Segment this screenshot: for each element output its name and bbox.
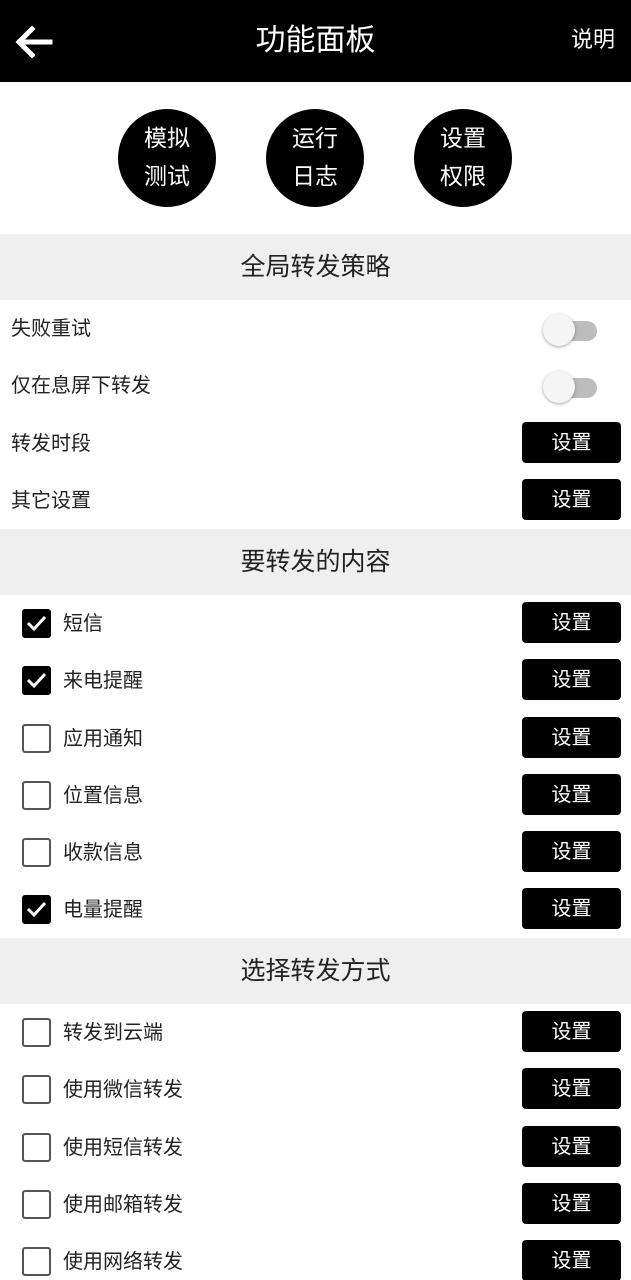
content-row-location: 位置信息 设置	[0, 767, 631, 824]
simulate-test-button[interactable]: 模拟 测试	[118, 109, 216, 207]
content-row-payment: 收款信息 设置	[0, 824, 631, 881]
top-bar: 功能面板 说明	[0, 0, 631, 82]
content-label: 来电提醒	[63, 668, 143, 692]
email-checkbox[interactable]	[22, 1190, 51, 1219]
method-row-email: 使用邮箱转发 设置	[0, 1176, 631, 1233]
call-checkbox[interactable]	[22, 666, 51, 695]
wechat-settings-button[interactable]: 设置	[522, 1068, 621, 1109]
email-settings-button[interactable]: 设置	[522, 1183, 621, 1224]
sms-method-settings-button[interactable]: 设置	[522, 1126, 621, 1167]
check-icon	[26, 615, 47, 632]
content-label: 电量提醒	[63, 897, 143, 921]
method-label: 使用邮箱转发	[63, 1192, 183, 1216]
setting-label: 失败重试	[11, 316, 91, 340]
circle-label-line1: 设置	[440, 126, 486, 152]
method-row-wechat: 使用微信转发 设置	[0, 1061, 631, 1118]
quick-actions: 模拟 测试 运行 日志 设置 权限	[0, 82, 631, 234]
section-header-global-policy: 全局转发策略	[0, 234, 631, 300]
location-checkbox[interactable]	[22, 781, 51, 810]
section-header-forward-content: 要转发的内容	[0, 529, 631, 595]
content-label: 应用通知	[63, 726, 143, 750]
payment-settings-button[interactable]: 设置	[522, 831, 621, 872]
page-title: 功能面板	[255, 23, 376, 58]
cloud-checkbox[interactable]	[22, 1018, 51, 1047]
other-settings-button[interactable]: 设置	[522, 479, 621, 520]
method-label: 使用微信转发	[63, 1077, 183, 1101]
section-header-forward-method: 选择转发方式	[0, 938, 631, 1004]
arrow-left-icon	[15, 25, 53, 59]
circle-label-line1: 模拟	[144, 126, 190, 152]
toggle-thumb	[543, 314, 575, 346]
location-settings-button[interactable]: 设置	[522, 774, 621, 815]
payment-checkbox[interactable]	[22, 838, 51, 867]
wechat-checkbox[interactable]	[22, 1075, 51, 1104]
setting-row-retry: 失败重试	[0, 300, 631, 357]
content-label: 短信	[63, 611, 103, 635]
content-label: 收款信息	[63, 840, 143, 864]
set-permissions-button[interactable]: 设置 权限	[414, 109, 512, 207]
sms-method-checkbox[interactable]	[22, 1133, 51, 1162]
method-label: 使用网络转发	[63, 1249, 183, 1273]
network-settings-button[interactable]: 设置	[522, 1240, 621, 1280]
app-notification-settings-button[interactable]: 设置	[522, 717, 621, 758]
check-icon	[26, 672, 47, 689]
circle-label-line2: 测试	[144, 164, 190, 190]
sms-settings-button[interactable]: 设置	[522, 602, 621, 643]
retry-toggle[interactable]	[543, 314, 597, 346]
setting-row-other: 其它设置 设置	[0, 472, 631, 529]
help-link[interactable]: 说明	[571, 0, 615, 82]
circle-label-line1: 运行	[292, 126, 338, 152]
run-log-button[interactable]: 运行 日志	[266, 109, 364, 207]
content-row-sms: 短信 设置	[0, 595, 631, 652]
time-range-settings-button[interactable]: 设置	[522, 422, 621, 463]
content-row-app-notification: 应用通知 设置	[0, 710, 631, 767]
battery-settings-button[interactable]: 设置	[522, 888, 621, 929]
setting-label: 其它设置	[11, 488, 91, 512]
circle-label-line2: 日志	[292, 164, 338, 190]
setting-label: 仅在息屏下转发	[11, 373, 151, 397]
setting-row-time-range: 转发时段 设置	[0, 415, 631, 472]
method-label: 使用短信转发	[63, 1135, 183, 1159]
method-label: 转发到云端	[63, 1020, 163, 1044]
call-settings-button[interactable]: 设置	[522, 659, 621, 700]
content-label: 位置信息	[63, 783, 143, 807]
cloud-settings-button[interactable]: 设置	[522, 1011, 621, 1052]
method-row-network: 使用网络转发 设置	[0, 1233, 631, 1280]
method-row-sms: 使用短信转发 设置	[0, 1119, 631, 1176]
toggle-thumb	[543, 371, 575, 403]
sms-checkbox[interactable]	[22, 609, 51, 638]
check-icon	[26, 901, 47, 918]
app-notification-checkbox[interactable]	[22, 724, 51, 753]
screen-off-toggle[interactable]	[543, 371, 597, 403]
circle-label-line2: 权限	[440, 164, 486, 190]
content-row-battery: 电量提醒 设置	[0, 881, 631, 938]
setting-label: 转发时段	[11, 431, 91, 455]
back-button[interactable]	[10, 18, 58, 66]
method-row-cloud: 转发到云端 设置	[0, 1004, 631, 1061]
content-row-call: 来电提醒 设置	[0, 652, 631, 709]
setting-row-screen-off: 仅在息屏下转发	[0, 357, 631, 414]
battery-checkbox[interactable]	[22, 895, 51, 924]
network-checkbox[interactable]	[22, 1247, 51, 1276]
